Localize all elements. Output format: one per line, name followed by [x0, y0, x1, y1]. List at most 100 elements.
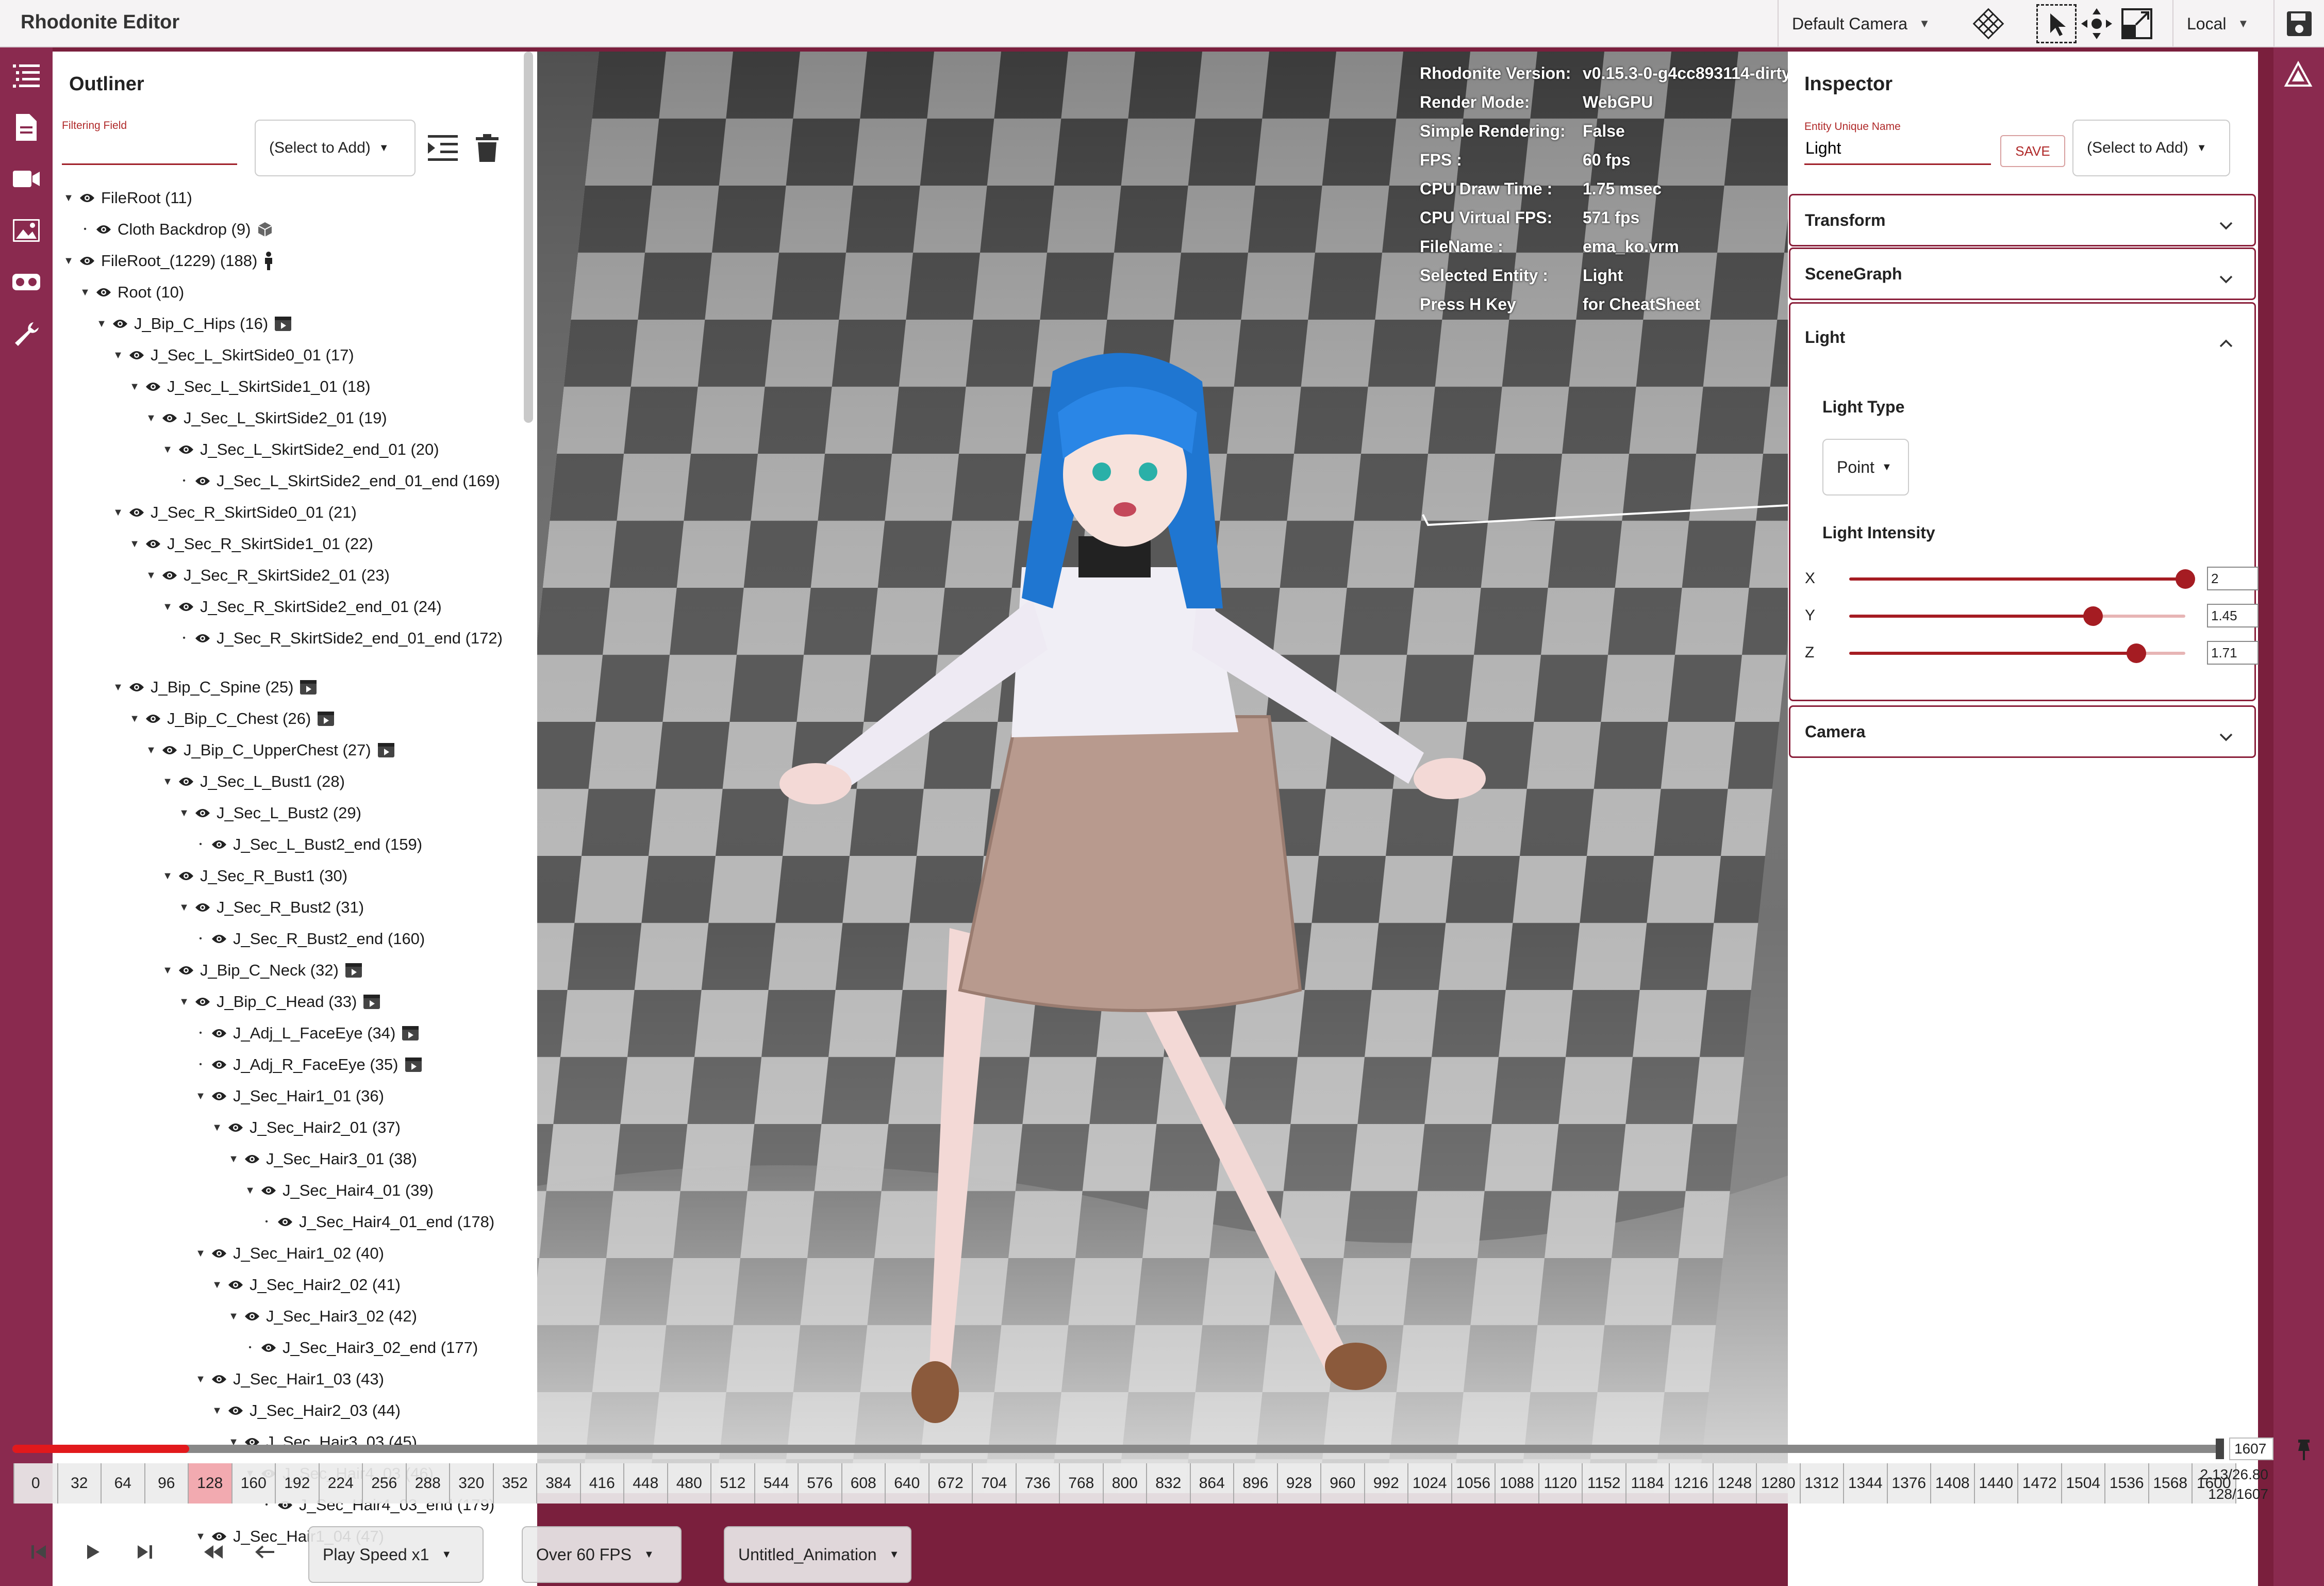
tree-node[interactable]: ▼ J_Sec_R_Bust1 (30): [161, 861, 347, 891]
skip-to-start-icon[interactable]: [24, 1537, 55, 1567]
tree-node[interactable]: ▼ J_Sec_R_Bust2 (31): [177, 892, 364, 923]
timeline-tick[interactable]: 352: [493, 1463, 537, 1504]
visibility-eye-icon[interactable]: [129, 350, 144, 360]
tree-node[interactable]: ▼ FileRoot_(1229) (188): [62, 245, 274, 276]
visibility-eye-icon[interactable]: [211, 1374, 227, 1384]
tree-node[interactable]: ▼ J_Bip_C_Spine (25): [111, 672, 317, 703]
visibility-eye-icon[interactable]: [178, 602, 194, 612]
timeline-tick[interactable]: 480: [668, 1463, 711, 1504]
camera-select[interactable]: Default Camera ▼: [1778, 0, 1937, 47]
timeline-tick[interactable]: 608: [842, 1463, 886, 1504]
tree-node[interactable]: ▼ J_Bip_C_UpperChest (27): [144, 735, 395, 766]
expand-toggle-icon[interactable]: ▼: [177, 902, 191, 914]
camera-section-header[interactable]: Camera: [1790, 707, 2254, 756]
intensity-x-thumb[interactable]: [2176, 569, 2195, 589]
entity-name-input[interactable]: [1804, 133, 1991, 165]
tree-node[interactable]: • J_Adj_L_FaceEye (34): [194, 1018, 419, 1049]
arrow-left-icon[interactable]: [250, 1537, 280, 1567]
indent-icon[interactable]: [425, 130, 461, 166]
timeline-tick[interactable]: 672: [929, 1463, 973, 1504]
camera-video-icon[interactable]: [11, 164, 41, 194]
visibility-eye-icon[interactable]: [244, 1154, 260, 1164]
tree-node[interactable]: • Cloth Backdrop (9): [78, 214, 273, 245]
visibility-eye-icon[interactable]: [211, 1091, 227, 1101]
scenegraph-section-header[interactable]: SceneGraph: [1790, 249, 2254, 299]
timeline-tick[interactable]: 320: [450, 1463, 494, 1504]
visibility-eye-icon[interactable]: [178, 965, 194, 976]
expand-toggle-icon[interactable]: ▼: [62, 192, 75, 204]
intensity-z-thumb[interactable]: [2127, 643, 2147, 663]
3d-viewport[interactable]: Rhodonite Version: v0.15.3-0-g4cc893114-d…: [537, 52, 1788, 1493]
visibility-eye-icon[interactable]: [228, 1122, 243, 1133]
timeline-tick[interactable]: 416: [580, 1463, 624, 1504]
coordinate-space-select[interactable]: Local ▼: [2172, 0, 2273, 47]
timeline-tick[interactable]: 1568: [2149, 1463, 2193, 1504]
tree-node[interactable]: ▼ J_Sec_Hair3_01 (38): [227, 1144, 417, 1175]
tree-node[interactable]: ▼ J_Bip_C_Neck (32): [161, 955, 362, 986]
expand-toggle-icon[interactable]: ▼: [210, 1122, 224, 1134]
visibility-eye-icon[interactable]: [195, 808, 210, 818]
timeline-tick[interactable]: 1248: [1713, 1463, 1757, 1504]
tree-node[interactable]: ▼ J_Sec_L_SkirtSide2_end_01 (20): [161, 434, 439, 465]
visibility-eye-icon[interactable]: [178, 444, 194, 455]
tree-node[interactable]: ▼ J_Bip_C_Chest (26): [128, 703, 335, 734]
intensity-y-slider[interactable]: [1849, 606, 2185, 626]
visibility-eye-icon[interactable]: [261, 1185, 276, 1196]
intensity-x-slider[interactable]: [1849, 569, 2195, 589]
expand-toggle-icon[interactable]: ▼: [78, 287, 92, 299]
timeline-tick[interactable]: 1504: [2062, 1463, 2105, 1504]
expand-toggle-icon[interactable]: ▼: [227, 1311, 240, 1323]
save-icon[interactable]: [2273, 0, 2324, 47]
tree-node[interactable]: ▼ J_Sec_R_SkirtSide0_01 (21): [111, 497, 357, 528]
visibility-eye-icon[interactable]: [211, 1028, 227, 1038]
vr-goggles-icon[interactable]: [11, 267, 41, 297]
expand-toggle-icon[interactable]: ▼: [194, 1374, 207, 1385]
transform-section-header[interactable]: Transform: [1790, 195, 2254, 245]
document-icon[interactable]: [11, 112, 41, 142]
timeline-tick[interactable]: 896: [1234, 1463, 1278, 1504]
tree-node[interactable]: • J_Sec_L_Bust2_end (159): [194, 829, 422, 860]
intensity-y-thumb[interactable]: [2083, 606, 2103, 626]
tree-node[interactable]: ▼ J_Sec_Hair1_02 (40): [194, 1238, 384, 1269]
timeline-tick[interactable]: 224: [319, 1463, 363, 1504]
visibility-eye-icon[interactable]: [96, 287, 111, 298]
light-type-select[interactable]: Point ▼: [1822, 439, 1909, 495]
visibility-eye-icon[interactable]: [211, 839, 227, 850]
grid-toggle-icon[interactable]: [1968, 4, 2008, 43]
tree-node[interactable]: • J_Sec_Hair3_02_end (177): [243, 1332, 478, 1363]
scale-tool-icon[interactable]: [2117, 4, 2157, 43]
tree-node[interactable]: ▼ J_Sec_L_SkirtSide2_01 (19): [144, 403, 387, 434]
expand-toggle-icon[interactable]: ▼: [128, 538, 141, 550]
trash-icon[interactable]: [469, 130, 505, 166]
visibility-eye-icon[interactable]: [277, 1217, 293, 1227]
timeline-tick[interactable]: 864: [1190, 1463, 1234, 1504]
tree-node[interactable]: ▼ J_Sec_R_SkirtSide2_01 (23): [144, 560, 390, 591]
timeline-tick[interactable]: 704: [973, 1463, 1017, 1504]
timeline-tick[interactable]: 800: [1103, 1463, 1147, 1504]
expand-toggle-icon[interactable]: ▼: [243, 1185, 257, 1197]
timeline-tick[interactable]: 384: [537, 1463, 581, 1504]
tree-node[interactable]: • J_Sec_R_SkirtSide2_end_01_end (172): [177, 623, 503, 654]
visibility-eye-icon[interactable]: [195, 902, 210, 913]
timeline-tick[interactable]: 1312: [1800, 1463, 1844, 1504]
tree-node[interactable]: ▼ FileRoot (11): [62, 183, 192, 213]
image-icon[interactable]: [11, 216, 41, 245]
visibility-eye-icon[interactable]: [195, 633, 210, 643]
timeline-tick[interactable]: 1344: [1844, 1463, 1888, 1504]
fps-mode-select[interactable]: Over 60 FPS ▼: [522, 1526, 682, 1583]
wrench-icon[interactable]: [11, 319, 41, 349]
expand-toggle-icon[interactable]: ▼: [111, 507, 125, 519]
expand-toggle-icon[interactable]: ▼: [144, 570, 158, 582]
timeline-tick[interactable]: 1056: [1452, 1463, 1496, 1504]
tree-node[interactable]: ▼ J_Bip_C_Head (33): [177, 986, 380, 1017]
timeline-tick[interactable]: 64: [102, 1463, 145, 1504]
timeline-end-frame-input[interactable]: 1607: [2229, 1438, 2273, 1460]
visibility-eye-icon[interactable]: [129, 507, 144, 518]
tree-node[interactable]: ▼ Root (10): [78, 277, 184, 308]
tree-node[interactable]: • J_Sec_Hair4_01_end (178): [260, 1207, 494, 1237]
expand-toggle-icon[interactable]: ▼: [210, 1279, 224, 1291]
filter-input[interactable]: [62, 132, 237, 165]
expand-toggle-icon[interactable]: ▼: [161, 776, 174, 788]
outliner-add-select[interactable]: (Select to Add) ▼: [255, 120, 416, 176]
timeline-tick[interactable]: 832: [1147, 1463, 1191, 1504]
